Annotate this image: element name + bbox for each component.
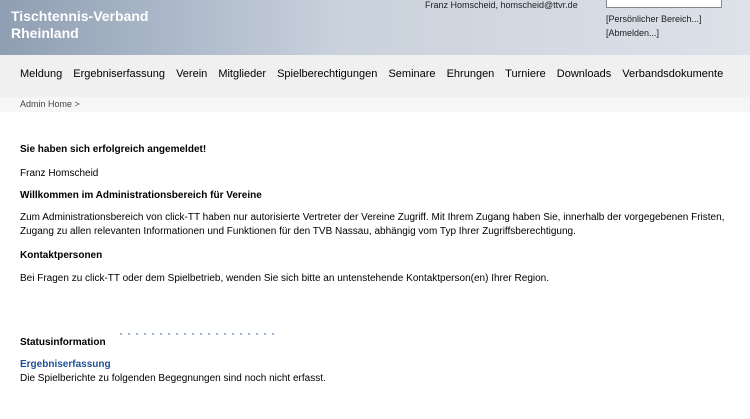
nav-seminare[interactable]: Seminare xyxy=(388,68,435,80)
logo-line-1: Tischtennis-Verband xyxy=(11,8,149,24)
breadcrumb-bar xyxy=(0,97,750,112)
logo-line-2: Rheinland xyxy=(11,25,79,41)
result-text: Die Spielberichte zu folgenden Begegnung… xyxy=(20,373,326,384)
contact-placeholder-line xyxy=(120,333,280,335)
personal-area-link[interactable]: [Persönlicher Bereich...] xyxy=(606,12,702,26)
logout-link[interactable]: [Abmelden...] xyxy=(606,26,702,40)
nav-verbandsdokumente[interactable]: Verbandsdokumente xyxy=(622,68,723,80)
nav-spielberechtigungen[interactable]: Spielberechtigungen xyxy=(277,68,377,80)
nav-mitglieder[interactable]: Mitglieder xyxy=(218,68,266,80)
main-nav: Meldung Ergebniserfassung Verein Mitglie… xyxy=(20,68,731,80)
nav-meldung[interactable]: Meldung xyxy=(20,68,62,80)
user-info: Franz Homscheid, homscheid@ttvr.de xyxy=(425,0,578,10)
welcome-title: Willkommen im Administrationsbereich für… xyxy=(20,190,262,201)
nav-turniere[interactable]: Turniere xyxy=(505,68,546,80)
contact-title: Kontaktpersonen xyxy=(20,250,103,261)
nav-downloads[interactable]: Downloads xyxy=(557,68,611,80)
logo[interactable]: Tischtennis-Verband Rheinland xyxy=(11,8,148,42)
user-name: Franz Homscheid xyxy=(20,168,99,179)
success-message: Sie haben sich erfolgreich angemeldet! xyxy=(20,144,207,155)
header-box xyxy=(606,0,722,8)
nav-verein[interactable]: Verein xyxy=(176,68,207,80)
main-content: Sie haben sich erfolgreich angemeldet! F… xyxy=(20,143,730,386)
nav-ergebniserfassung[interactable]: Ergebniserfassung xyxy=(73,68,165,80)
welcome-text: Zum Administrationsbereich von click-TT … xyxy=(20,212,725,237)
breadcrumb[interactable]: Admin Home > xyxy=(20,99,80,109)
result-entry-link[interactable]: Ergebniserfassung xyxy=(20,358,730,372)
nav-ehrungen[interactable]: Ehrungen xyxy=(447,68,495,80)
contact-text: Bei Fragen zu click-TT oder dem Spielbet… xyxy=(20,273,550,284)
status-title: Statusinformation xyxy=(20,337,106,348)
user-links: [Persönlicher Bereich...] [Abmelden...] xyxy=(606,12,702,40)
